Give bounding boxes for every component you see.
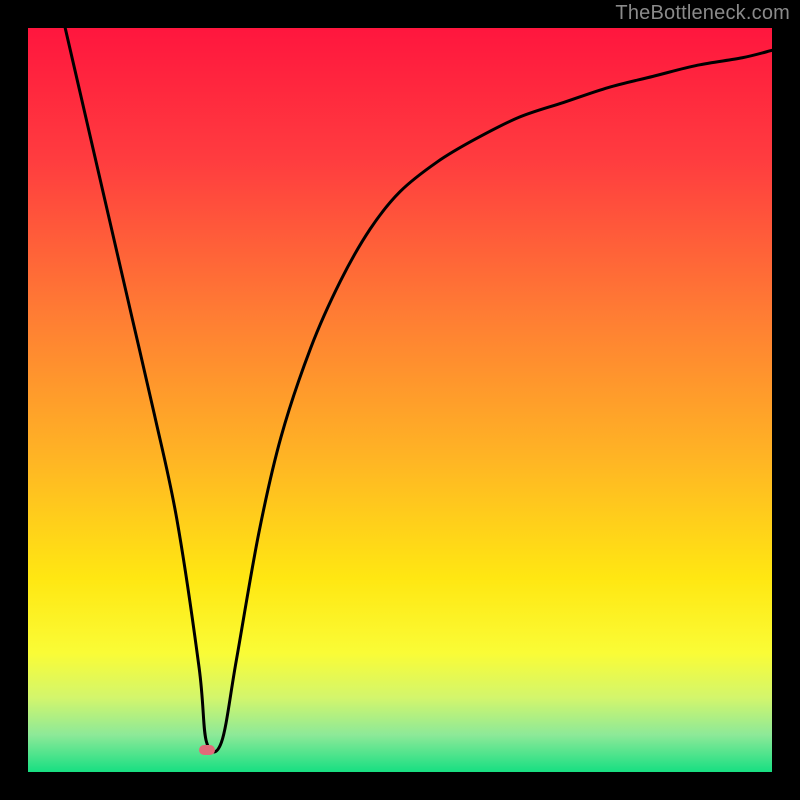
chart-frame: TheBottleneck.com xyxy=(0,0,800,800)
optimal-point-marker xyxy=(199,745,215,755)
plot-area xyxy=(28,28,772,772)
gradient-background xyxy=(28,28,772,772)
watermark-text: TheBottleneck.com xyxy=(615,2,790,25)
gradient-rect xyxy=(28,28,772,772)
